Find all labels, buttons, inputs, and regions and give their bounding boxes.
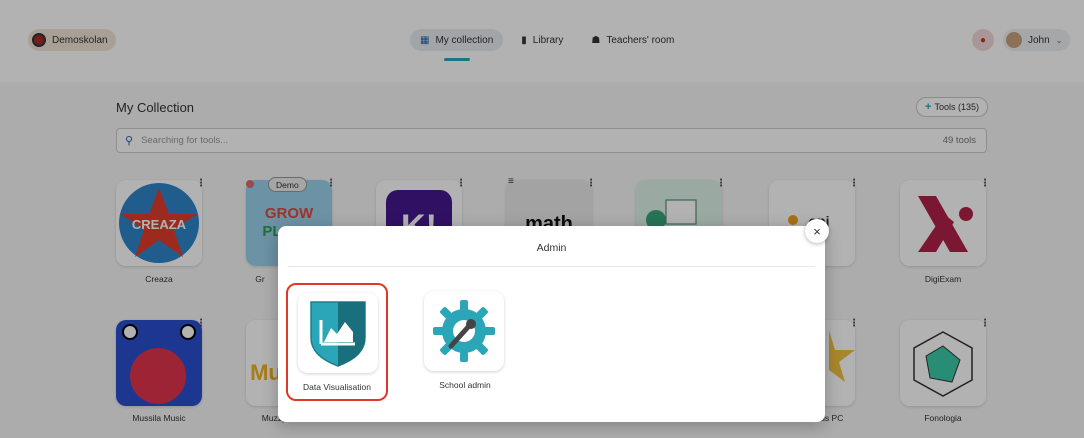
close-button[interactable]: × [805,219,829,243]
tool-name: School admin [439,380,491,390]
close-icon: × [813,223,821,239]
modal-title: Admin [536,242,567,254]
school-admin-icon-box [424,291,504,371]
admin-modal: Admin Data Visualisation School admin [278,226,825,422]
tool-data-visualisation[interactable]: Data Visualisation [286,283,388,401]
modal-divider [288,266,815,267]
data-visualisation-icon-box [298,293,378,373]
gear-wrench-icon [433,300,495,362]
tool-name: Data Visualisation [303,382,371,392]
data-visualisation-icon [310,301,366,367]
tool-school-admin[interactable]: School admin [414,283,516,401]
